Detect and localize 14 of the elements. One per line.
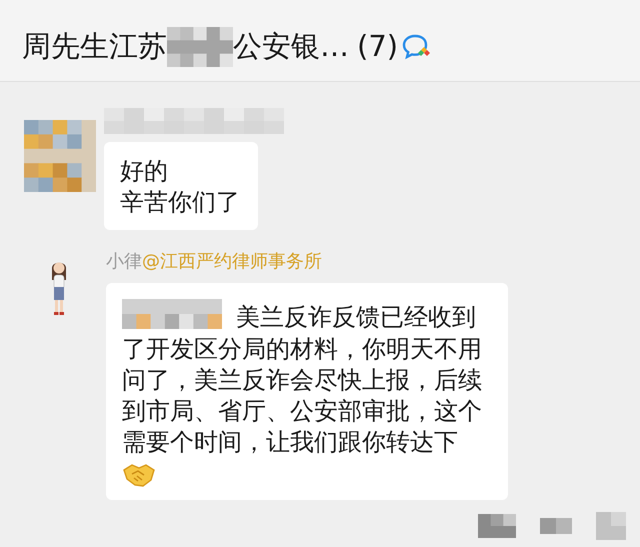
chat-title: 公安银… <box>233 29 349 64</box>
redaction-mosaic <box>596 512 626 540</box>
message-bubble: 美兰反诈反馈已经收到了开发区分局的材料，你明天不用问了，美兰反诈会尽快上报，后续到市局、省厅、公安部审批，这个需要个时间，让我们跟你转达下 <box>106 283 508 500</box>
chat-title: 周先生江苏 <box>22 29 167 64</box>
member-count: (7) <box>357 29 398 64</box>
redaction-mosaic <box>167 26 233 66</box>
message-line: 辛苦你们了 <box>120 187 240 218</box>
pixelated-avatar <box>24 120 96 192</box>
redaction-mosaic <box>540 518 572 534</box>
handshake-icon <box>122 462 156 488</box>
chat-bubble-icon <box>402 32 432 60</box>
message-line: 好的 <box>120 156 169 187</box>
sender-name: 小律@江西严约律师事务所 <box>106 250 323 274</box>
redaction-mosaic <box>478 514 516 538</box>
